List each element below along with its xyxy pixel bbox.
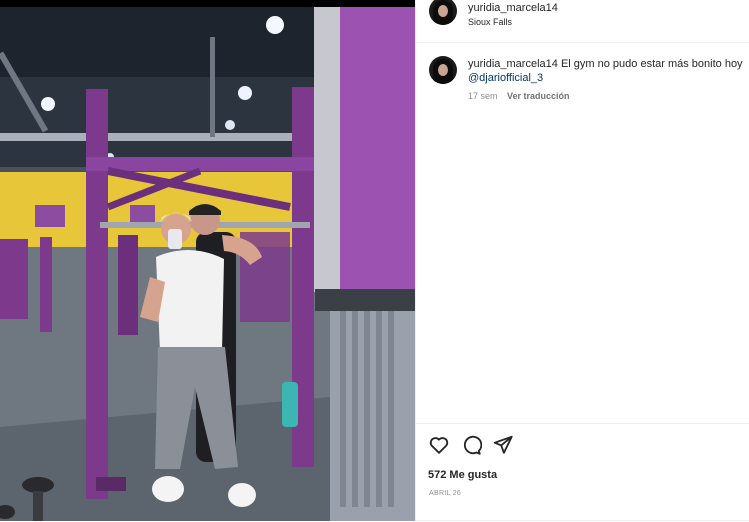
caption-age[interactable]: 17 sem [468,91,498,101]
caption-username[interactable]: yuridia_marcela14 [468,58,558,70]
caption-text: El gym no pudo estar más bonito hoy [560,58,743,70]
author-avatar[interactable] [429,0,457,25]
post-date: ABRIL 26 [429,490,462,497]
post-header: yuridia_marcela14 Sioux Falls [416,0,749,43]
post-sidebar: yuridia_marcela14 Sioux Falls yuridia_ma… [415,0,749,521]
translate-link[interactable]: Ver traducción [507,91,570,101]
caption-text-block: yuridia_marcela14 El gym no pudo estar m… [468,57,749,85]
gym-selfie-image [0,7,415,521]
like-count[interactable]: 572 Me gusta [428,469,497,481]
share-icon[interactable] [492,434,514,456]
avatar-face [438,64,448,76]
top-bar [0,0,415,7]
post-actions: 572 Me gusta ABRIL 26 [416,423,749,522]
post-location[interactable]: Sioux Falls [468,17,512,27]
post-photo[interactable] [0,7,415,521]
avatar-face [438,5,448,17]
caption-mention[interactable]: @djariofficial_3 [468,72,543,84]
caption-meta: 17 sem Ver traducción [468,91,570,101]
comment-icon[interactable] [460,434,482,456]
caption-avatar[interactable] [429,56,457,84]
heart-icon[interactable] [428,434,450,456]
author-username[interactable]: yuridia_marcela14 [468,2,558,14]
